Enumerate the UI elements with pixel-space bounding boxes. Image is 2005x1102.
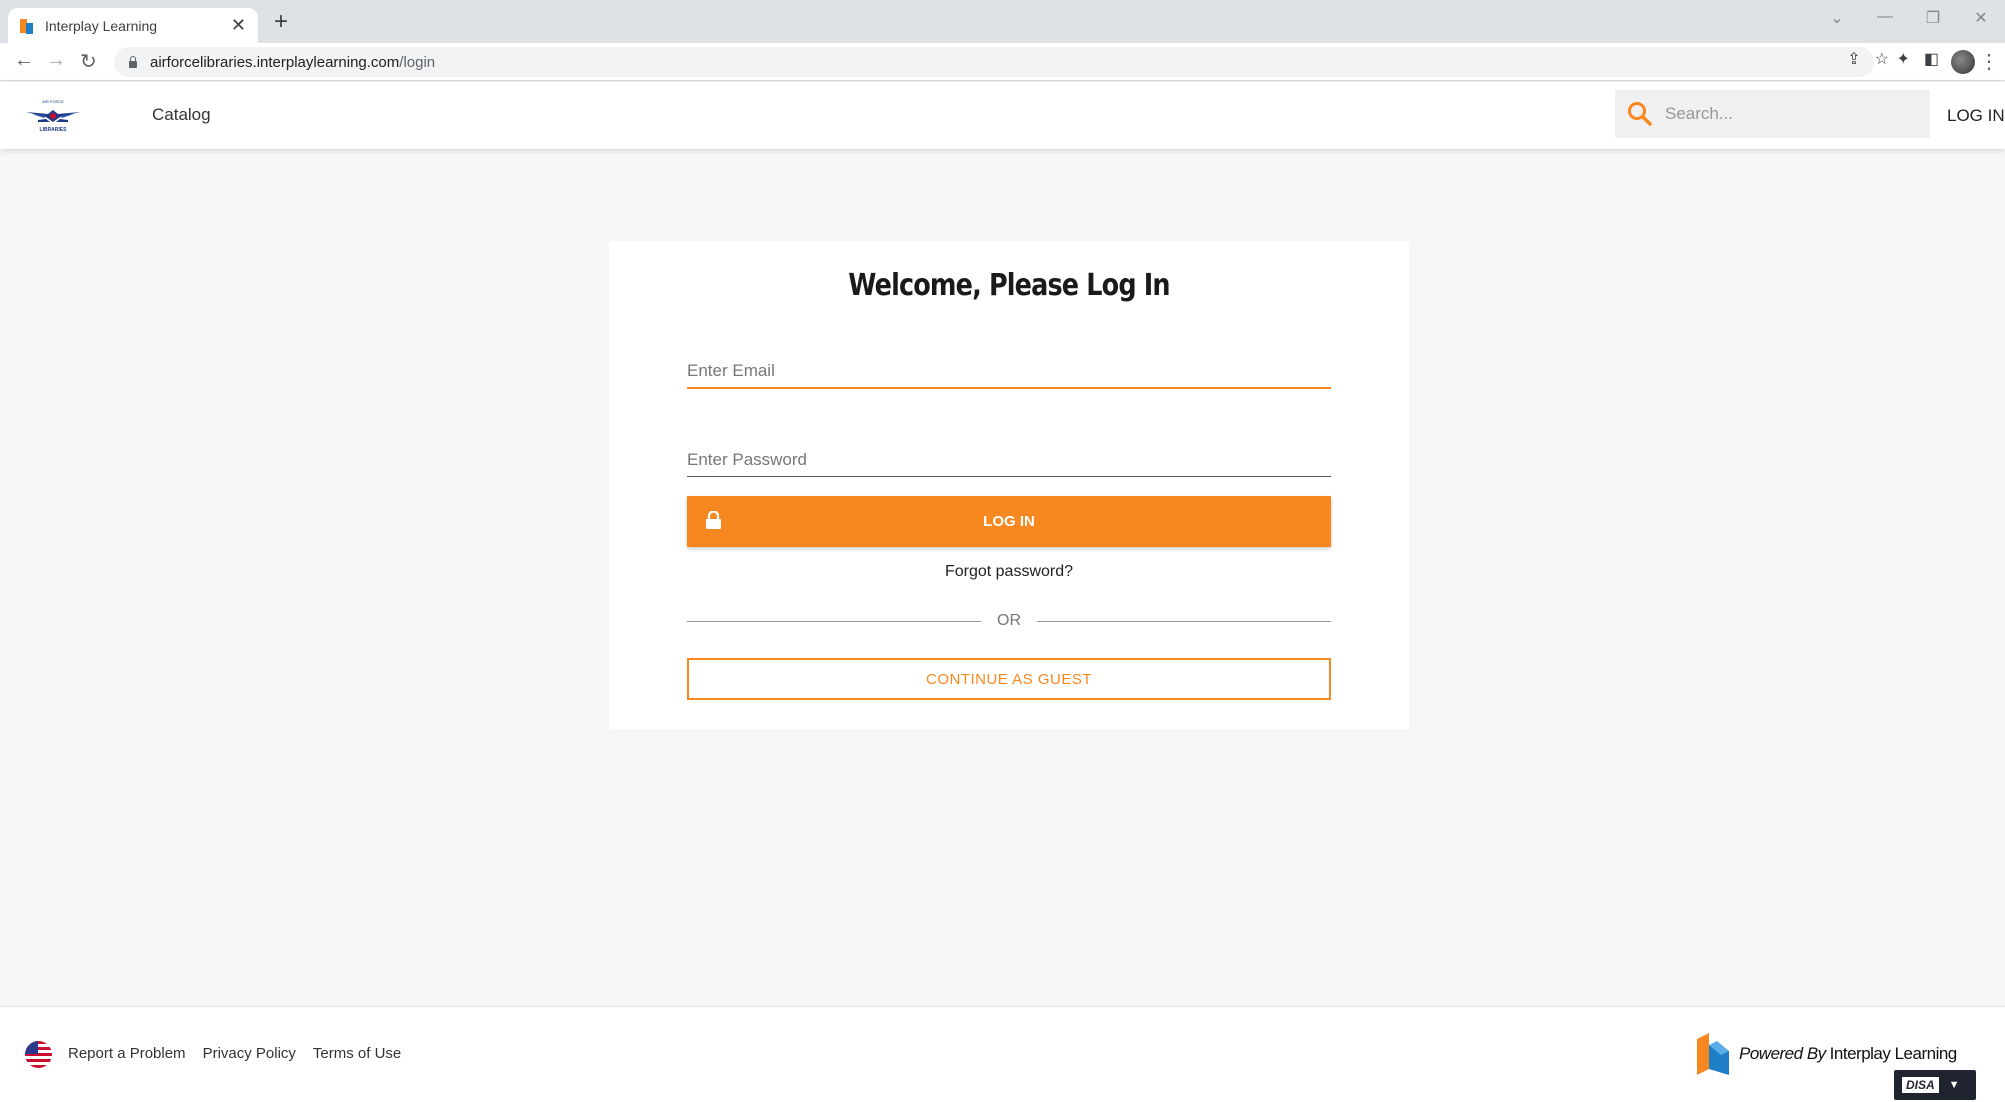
interplay-favicon-icon <box>20 18 34 34</box>
site-header: AIR FORCE LIBRARIES Catalog LOG IN <box>0 82 2005 149</box>
login-button-label: LOG IN <box>983 513 1035 530</box>
browser-tab-bar: Interplay Learning ✕ + ⌄ — ❐ ✕ <box>0 0 2005 43</box>
site-search <box>1615 90 1930 138</box>
extensions-puzzle-icon[interactable]: ✦ <box>1896 49 1909 69</box>
or-divider: OR <box>687 611 1331 631</box>
login-button[interactable]: LOG IN <box>687 496 1331 547</box>
logo-text: LIBRARIES <box>40 127 68 133</box>
omnibox-actions: ⇪ ☆ <box>1847 49 1889 69</box>
extension-actions: ✦ ◧ <box>1896 49 1939 69</box>
restore-icon[interactable]: ❐ <box>1909 8 1957 28</box>
nav-catalog[interactable]: Catalog <box>152 105 211 125</box>
footer-links: Report a Problem Privacy Policy Terms of… <box>68 1045 401 1062</box>
lock-icon[interactable] <box>128 56 138 68</box>
divider-line-right <box>1037 621 1331 622</box>
powered-by-brand: Interplay Learning <box>1829 1044 1958 1063</box>
email-input[interactable] <box>687 349 1331 387</box>
air-force-libraries-logo[interactable]: AIR FORCE LIBRARIES <box>24 98 82 136</box>
report-problem-link[interactable]: Report a Problem <box>68 1045 186 1062</box>
tab-search-icon[interactable]: ⌄ <box>1813 8 1861 28</box>
login-card: Welcome, Please Log In LOG IN Forgot pas… <box>609 241 1409 729</box>
back-icon[interactable]: ← <box>14 49 34 72</box>
reload-icon[interactable]: ↻ <box>80 49 97 74</box>
header-login-link[interactable]: LOG IN <box>1947 106 2005 126</box>
browser-toolbar: ← → ↻ airforcelibraries.interplaylearnin… <box>0 43 2005 81</box>
window-close-icon[interactable]: ✕ <box>1957 8 2005 28</box>
tab-title: Interplay Learning <box>45 17 158 34</box>
forgot-password-link[interactable]: Forgot password? <box>609 563 1409 581</box>
minimize-icon[interactable]: — <box>1861 8 1909 28</box>
lock-icon <box>706 511 721 529</box>
svg-text:AIR FORCE: AIR FORCE <box>42 99 64 104</box>
login-title: Welcome, Please Log In <box>848 268 1170 303</box>
search-input[interactable] <box>1665 104 1895 124</box>
email-field-wrapper <box>687 349 1331 389</box>
terms-of-use-link[interactable]: Terms of Use <box>313 1045 401 1062</box>
url-host: airforcelibraries.interplaylearning.com <box>150 53 400 71</box>
us-flag-icon[interactable] <box>25 1041 52 1068</box>
url-path: /login <box>399 53 436 71</box>
tab-close-icon[interactable]: ✕ <box>231 15 246 36</box>
new-tab-button[interactable]: + <box>274 10 288 34</box>
password-field-wrapper <box>687 437 1331 477</box>
window-controls: ⌄ — ❐ ✕ <box>1813 8 2005 28</box>
profile-avatar[interactable] <box>1951 50 1975 74</box>
powered-by-label: Powered By <box>1739 1044 1826 1063</box>
privacy-policy-link[interactable]: Privacy Policy <box>203 1045 296 1062</box>
site-footer: Report a Problem Privacy Policy Terms of… <box>0 1006 2005 1102</box>
password-input[interactable] <box>687 437 1331 476</box>
disa-logo: DISA <box>1902 1077 1939 1093</box>
address-bar[interactable]: airforcelibraries.interplaylearning.com /… <box>114 47 1874 77</box>
powered-by: Powered By Interplay Learning <box>1697 1033 1957 1075</box>
continue-as-guest-button[interactable]: CONTINUE AS GUEST <box>687 658 1331 700</box>
disa-badge[interactable]: DISA ▼ <box>1894 1070 1976 1100</box>
browser-tab[interactable]: Interplay Learning ✕ <box>8 8 258 43</box>
search-icon[interactable] <box>1627 101 1653 127</box>
interplay-logo-icon <box>1697 1033 1729 1075</box>
caret-down-icon: ▼ <box>1948 1079 1960 1091</box>
side-panel-icon[interactable]: ◧ <box>1924 49 1939 69</box>
forward-icon[interactable]: → <box>46 49 66 72</box>
bookmark-star-icon[interactable]: ☆ <box>1875 49 1889 69</box>
browser-menu-icon[interactable]: ⋮ <box>1979 49 1999 74</box>
share-icon[interactable]: ⇪ <box>1847 49 1860 69</box>
